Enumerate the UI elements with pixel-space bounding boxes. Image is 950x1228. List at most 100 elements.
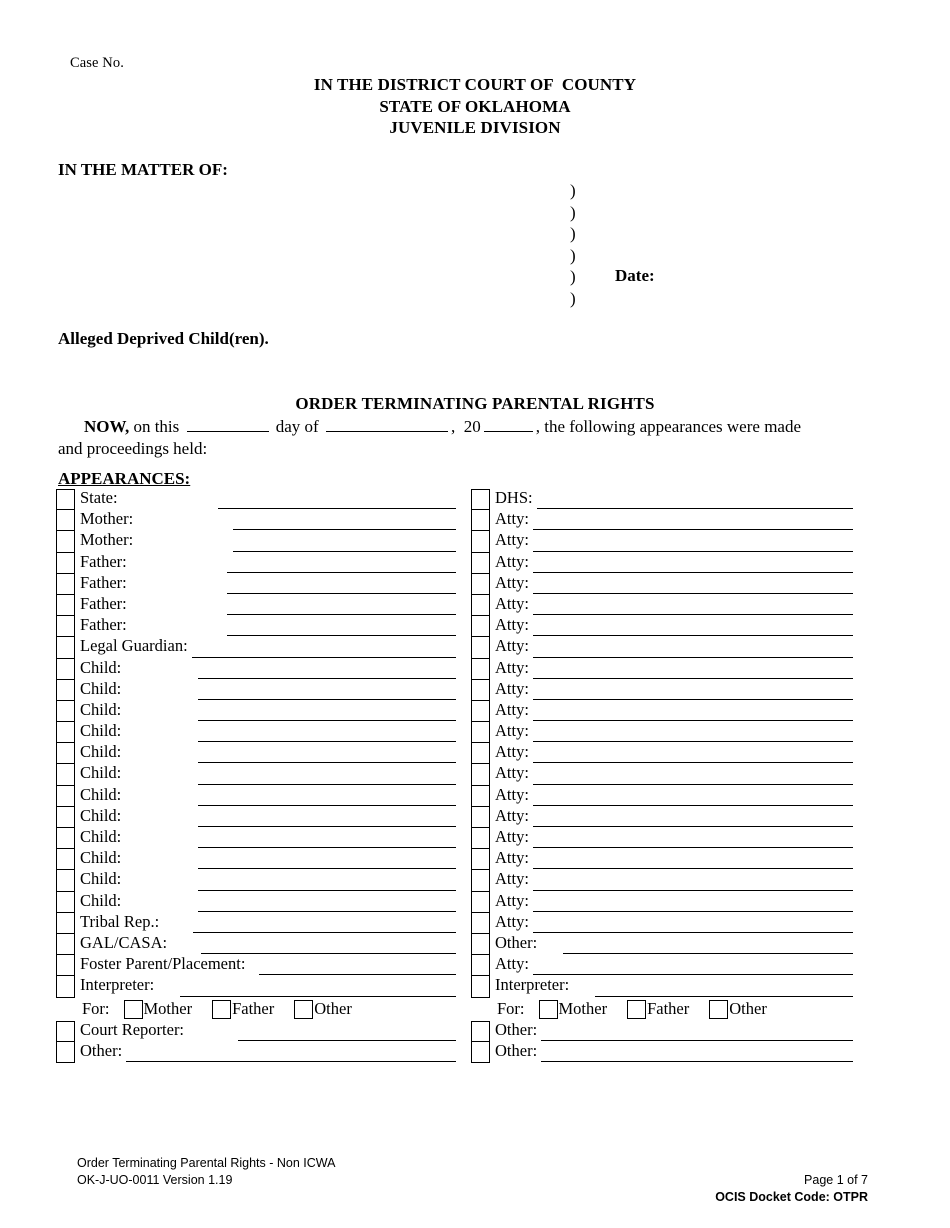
for-checkbox-left-father[interactable] <box>212 999 232 1019</box>
checkbox-right-5[interactable] <box>471 594 490 617</box>
checkbox-right-12[interactable] <box>471 743 490 765</box>
checkbox-right-18[interactable] <box>471 870 490 892</box>
appearance-fill-line[interactable] <box>198 910 456 912</box>
checkbox-right-1[interactable] <box>471 510 490 532</box>
day-blank-field[interactable] <box>186 418 269 432</box>
checkbox-left-19[interactable] <box>56 891 75 913</box>
for-checkbox-right-father[interactable] <box>627 999 647 1019</box>
appearance-fill-line[interactable] <box>541 1060 853 1062</box>
checkbox-left-20[interactable] <box>56 912 75 934</box>
checkbox-left-12[interactable] <box>56 743 75 765</box>
checkbox-left-21[interactable] <box>56 933 75 956</box>
appearance-fill-line[interactable] <box>532 677 853 679</box>
appearance-fill-line[interactable] <box>532 635 853 637</box>
checkbox-right-2[interactable] <box>471 531 490 553</box>
appearance-fill-line[interactable] <box>226 614 456 616</box>
checkbox-right-14[interactable] <box>471 785 490 807</box>
appearance-fill-line[interactable] <box>198 868 456 870</box>
checkbox-right-10[interactable] <box>471 700 490 723</box>
appearance-fill-line[interactable] <box>198 720 456 722</box>
checkbox-left-16[interactable] <box>56 828 75 850</box>
appearance-fill-line[interactable] <box>259 974 456 976</box>
appearance-fill-line[interactable] <box>198 804 456 806</box>
appearance-fill-line[interactable] <box>180 995 456 997</box>
appearance-fill-line[interactable] <box>532 529 853 531</box>
appearance-fill-line[interactable] <box>532 720 853 722</box>
checkbox-left-7[interactable] <box>56 637 75 659</box>
checkbox-left-tail-0[interactable] <box>56 1020 75 1042</box>
checkbox-right-4[interactable] <box>471 573 490 595</box>
appearance-fill-line[interactable] <box>198 847 456 849</box>
appearance-fill-line[interactable] <box>191 656 456 658</box>
appearance-fill-line[interactable] <box>198 698 456 700</box>
checkbox-right-tail-0[interactable] <box>471 1020 490 1042</box>
checkbox-right-9[interactable] <box>471 679 490 701</box>
appearance-fill-line[interactable] <box>532 974 853 976</box>
checkbox-right-15[interactable] <box>471 806 490 828</box>
checkbox-left-18[interactable] <box>56 870 75 892</box>
checkbox-right-8[interactable] <box>471 658 490 680</box>
checkbox-left-17[interactable] <box>56 849 75 871</box>
appearance-fill-line[interactable] <box>595 995 853 997</box>
for-checkbox-right-mother[interactable] <box>538 999 558 1019</box>
checkbox-left-14[interactable] <box>56 785 75 807</box>
appearance-fill-line[interactable] <box>198 741 456 743</box>
checkbox-left-8[interactable] <box>56 658 75 680</box>
appearance-fill-line[interactable] <box>563 953 853 955</box>
checkbox-right-tail-1[interactable] <box>471 1041 490 1063</box>
checkbox-left-1[interactable] <box>56 510 75 532</box>
checkbox-right-17[interactable] <box>471 849 490 871</box>
appearance-fill-line[interactable] <box>532 656 853 658</box>
appearance-fill-line[interactable] <box>226 592 456 594</box>
checkbox-left-0[interactable] <box>56 489 75 511</box>
checkbox-right-13[interactable] <box>471 764 490 786</box>
appearance-fill-line[interactable] <box>532 698 853 700</box>
checkbox-right-7[interactable] <box>471 637 490 659</box>
month-blank-field[interactable] <box>325 418 448 432</box>
checkbox-right-21[interactable] <box>471 933 490 956</box>
checkbox-left-13[interactable] <box>56 764 75 786</box>
appearance-fill-line[interactable] <box>532 762 853 764</box>
for-checkbox-right-other[interactable] <box>709 999 729 1019</box>
for-checkbox-left-other[interactable] <box>294 999 314 1019</box>
appearance-fill-line[interactable] <box>238 1039 456 1041</box>
checkbox-left-22[interactable] <box>56 955 75 977</box>
appearance-fill-line[interactable] <box>198 762 456 764</box>
appearance-fill-line[interactable] <box>541 1039 853 1041</box>
appearance-fill-line[interactable] <box>532 804 853 806</box>
checkbox-left-3[interactable] <box>56 552 75 574</box>
checkbox-right-19[interactable] <box>471 891 490 913</box>
appearance-fill-line[interactable] <box>532 931 853 933</box>
appearance-fill-line[interactable] <box>226 635 456 637</box>
checkbox-left-11[interactable] <box>56 722 75 744</box>
checkbox-left-9[interactable] <box>56 679 75 701</box>
checkbox-right-6[interactable] <box>471 616 490 638</box>
appearance-fill-line[interactable] <box>536 508 853 510</box>
appearance-fill-line[interactable] <box>532 889 853 891</box>
appearance-fill-line[interactable] <box>217 508 456 510</box>
appearance-fill-line[interactable] <box>532 550 853 552</box>
appearance-fill-line[interactable] <box>532 571 853 573</box>
appearance-fill-line[interactable] <box>198 677 456 679</box>
appearance-fill-line[interactable] <box>198 826 456 827</box>
checkbox-right-22[interactable] <box>471 955 490 977</box>
year-blank-field[interactable] <box>483 418 533 432</box>
appearance-fill-line[interactable] <box>532 783 853 785</box>
checkbox-left-2[interactable] <box>56 531 75 553</box>
checkbox-left-10[interactable] <box>56 700 75 723</box>
checkbox-left-tail-1[interactable] <box>56 1041 75 1063</box>
checkbox-right-16[interactable] <box>471 828 490 850</box>
appearance-fill-line[interactable] <box>198 889 456 891</box>
checkbox-left-6[interactable] <box>56 616 75 638</box>
appearance-fill-line[interactable] <box>226 571 456 573</box>
checkbox-right-11[interactable] <box>471 722 490 744</box>
appearance-fill-line[interactable] <box>126 1060 456 1062</box>
checkbox-right-20[interactable] <box>471 912 490 934</box>
appearance-fill-line[interactable] <box>198 783 456 785</box>
checkbox-left-23[interactable] <box>56 976 75 998</box>
appearance-fill-line[interactable] <box>532 910 853 912</box>
appearance-fill-line[interactable] <box>532 741 853 743</box>
appearance-fill-line[interactable] <box>532 614 853 616</box>
checkbox-right-3[interactable] <box>471 552 490 574</box>
for-checkbox-left-mother[interactable] <box>123 999 143 1019</box>
